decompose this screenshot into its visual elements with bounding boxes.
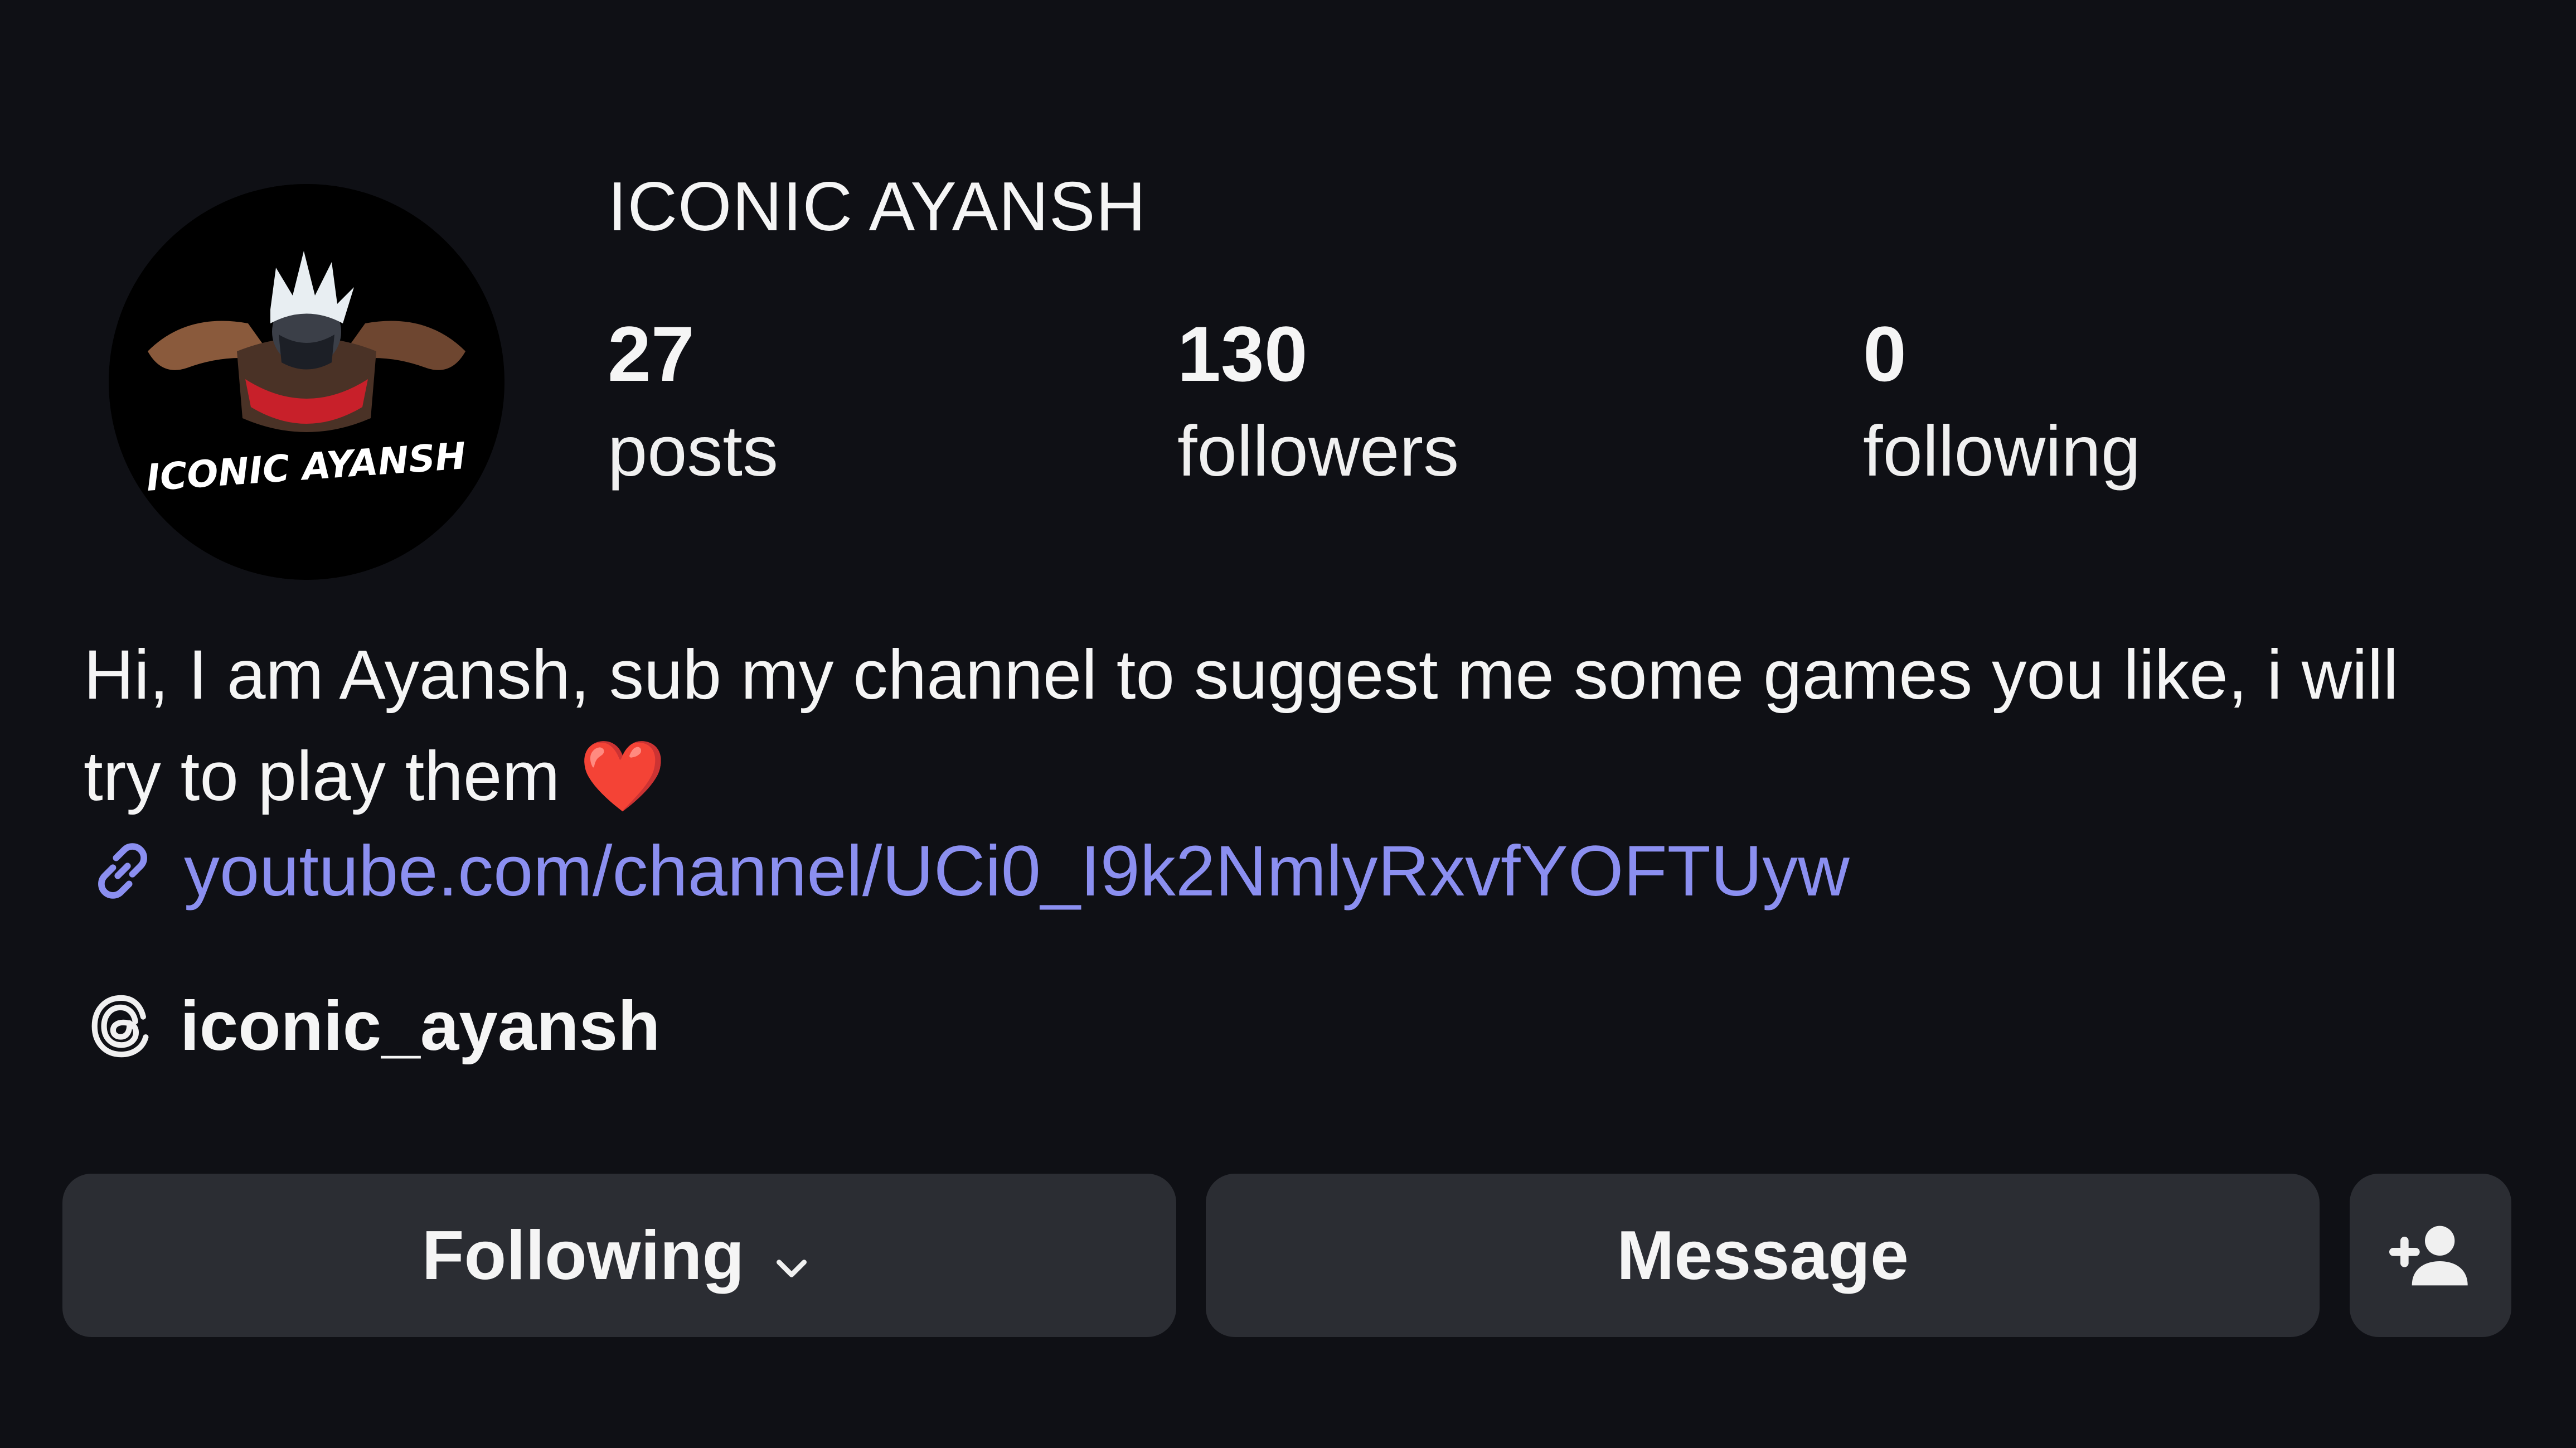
profile-avatar[interactable]: ICONIC AYANSH [109,184,504,580]
posts-stat[interactable]: 27 posts [608,309,778,493]
chevron-down-icon [767,1231,817,1281]
posts-label: posts [608,411,778,491]
add-user-icon [2386,1211,2475,1300]
avatar-image: ICONIC AYANSH [109,184,504,580]
following-button[interactable]: Following [62,1174,1176,1337]
threads-badge[interactable]: iconic_ayansh [84,973,661,1079]
link-icon [84,832,162,910]
link-text[interactable]: youtube.com/channel/UCi0_I9k2NmlyRxvfYOF… [184,830,1850,912]
bio-text: Hi, I am Ayansh, sub my channel to sugge… [84,636,2399,815]
followers-count: 130 [1177,310,1308,398]
message-button-label: Message [1617,1217,1909,1294]
followers-stat[interactable]: 130 followers [1177,309,1459,493]
threads-icon [84,989,159,1064]
add-user-button[interactable] [2350,1174,2511,1337]
followers-label: followers [1177,411,1459,491]
profile-display-name: ICONIC AYANSH [608,168,1147,245]
heart-emoji: ❤️ [579,738,666,815]
profile-bio: Hi, I am Ayansh, sub my channel to sugge… [84,624,2481,827]
following-button-label: Following [421,1217,745,1294]
message-button[interactable]: Message [1206,1174,2320,1337]
profile-link[interactable]: youtube.com/channel/UCi0_I9k2NmlyRxvfYOF… [84,821,1850,921]
following-label: following [1863,411,2141,491]
threads-handle: iconic_ayansh [180,987,661,1065]
following-count: 0 [1863,310,1906,398]
posts-count: 27 [608,310,695,398]
following-stat[interactable]: 0 following [1863,309,2141,493]
